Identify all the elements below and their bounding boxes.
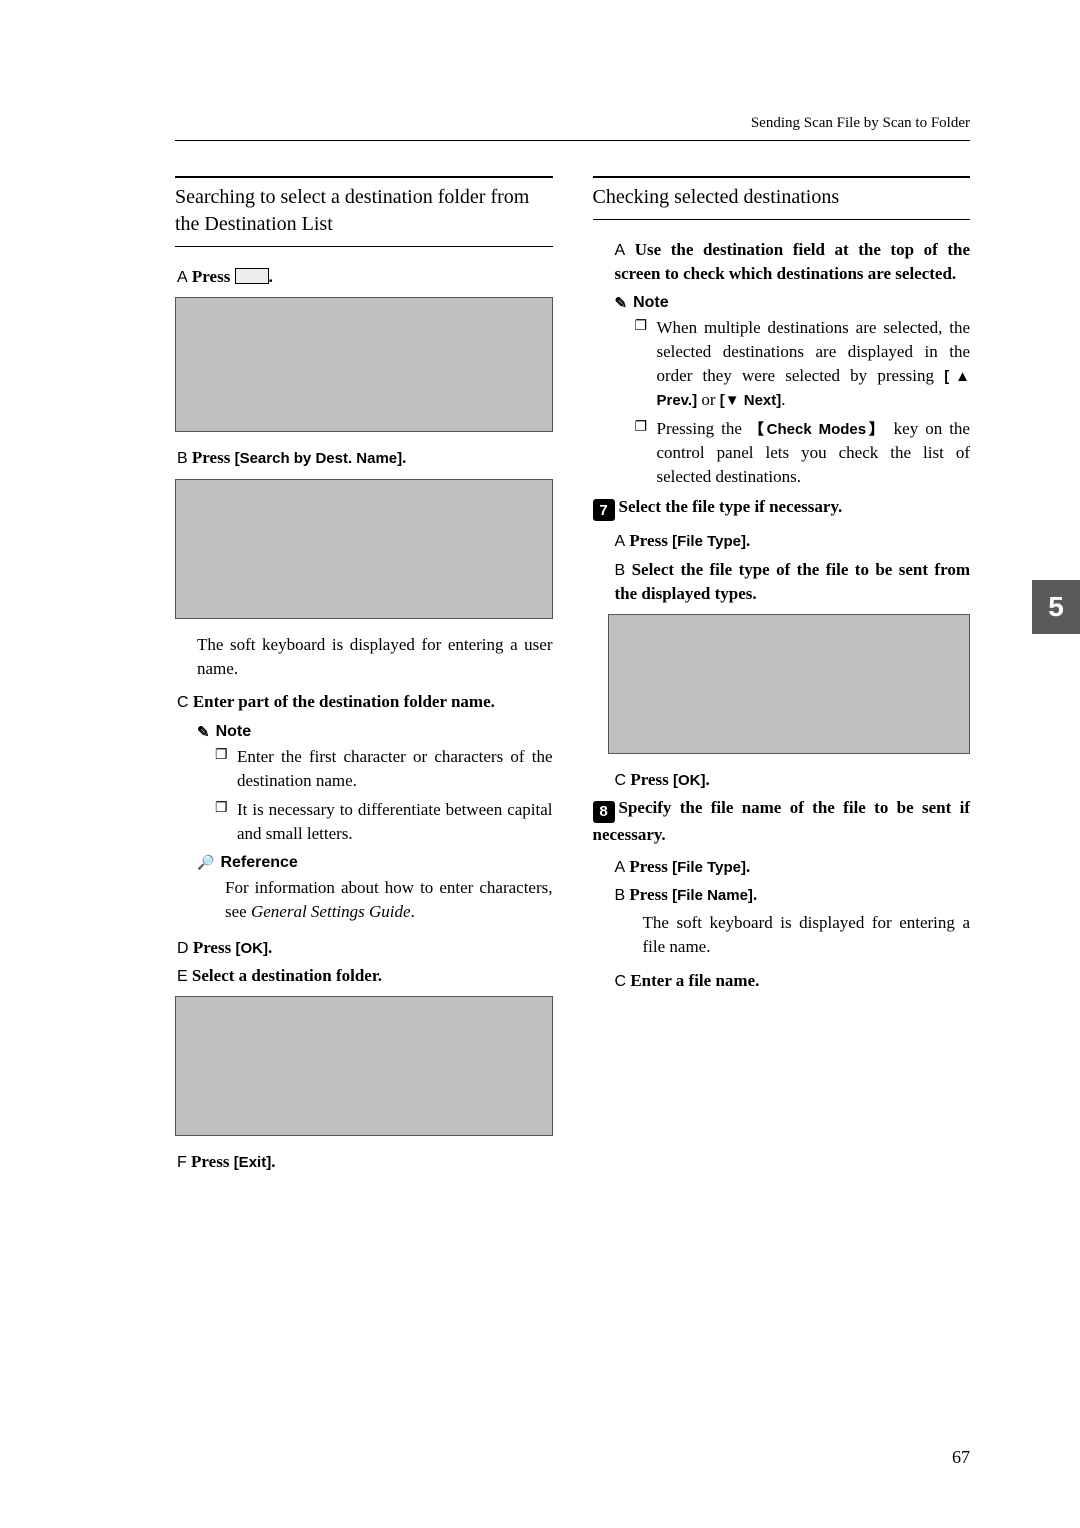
left-section-title: Searching to select a destination folder…	[175, 176, 553, 247]
next-key: [▼ Next]	[720, 392, 782, 409]
step-7b-text: Select the file type of the file to be s…	[615, 560, 971, 603]
step-a-press: Press	[192, 267, 235, 286]
note-heading-left: Note	[197, 723, 553, 741]
step-c: C Enter part of the destination folder n…	[177, 690, 553, 714]
step-7-number: 7	[593, 499, 615, 521]
screenshot-file-type	[608, 614, 971, 754]
note-right-2: Pressing the 【Check Modes】 key on the co…	[635, 417, 971, 488]
note-right-1: When multiple destinations are selected,…	[635, 316, 971, 411]
note-item-1: Enter the first character or characters …	[215, 745, 553, 793]
step-8a-letter: A	[615, 859, 626, 876]
right-step-a-text: Use the destination field at the top of …	[615, 240, 971, 283]
step-8b-letter: B	[615, 887, 626, 904]
right-section-title: Checking selected destinations	[593, 176, 971, 220]
reference-link: General Settings Guide	[251, 902, 411, 921]
note-list-right: When multiple destinations are selected,…	[635, 316, 971, 489]
right-step-a-letter: A	[615, 242, 626, 259]
step-c-letter: C	[177, 694, 189, 711]
right-step-a: A Use the destination field at the top o…	[615, 238, 971, 286]
page-number: 67	[952, 1447, 970, 1468]
note-list-left: Enter the first character or characters …	[215, 745, 553, 846]
step-e-letter: E	[177, 968, 188, 985]
step-f: F Press [Exit].	[177, 1150, 553, 1174]
step-8c-text: Enter a file name.	[630, 971, 759, 990]
search-by-dest-name-button: [Search by Dest. Name]	[235, 450, 403, 467]
file-name-button: [File Name]	[672, 887, 753, 904]
note-item-2: It is necessary to differentiate between…	[215, 798, 553, 846]
reference-body: For information about how to enter chara…	[225, 876, 553, 924]
file-type-button-1: [File Type]	[672, 533, 746, 550]
section-tab: 5	[1032, 580, 1080, 634]
header-rule	[175, 140, 970, 141]
note-heading-right: Note	[615, 294, 971, 312]
two-column-content: Searching to select a destination folder…	[175, 176, 970, 1179]
step-7: 7Select the file type if necessary.	[593, 495, 971, 522]
screenshot-dest-result	[175, 996, 553, 1136]
step-d-letter: D	[177, 940, 189, 957]
step-8b: B Press [File Name].	[615, 883, 971, 907]
header-text: Sending Scan File by Scan to Folder	[175, 115, 970, 132]
step-7c: C Press [OK].	[615, 768, 971, 792]
step-8a: A Press [File Type].	[615, 855, 971, 879]
step-8c: C Enter a file name.	[615, 969, 971, 993]
step-e: E Select a destination folder.	[177, 964, 553, 988]
step-7b-letter: B	[615, 562, 626, 579]
check-modes-key: 【Check Modes】	[749, 421, 887, 438]
reference-heading: Reference	[197, 854, 553, 872]
right-column: Checking selected destinations A Use the…	[593, 176, 971, 1179]
step-a: A Press .	[177, 265, 553, 289]
step-7a: A Press [File Type].	[615, 529, 971, 553]
step-7-text: Select the file type if necessary.	[619, 497, 843, 516]
step-d-press: Press	[193, 938, 236, 957]
step-7b: B Select the file type of the file to be…	[615, 558, 971, 606]
page: Sending Scan File by Scan to Folder Sear…	[0, 0, 1080, 1239]
step-b: B Press [Search by Dest. Name].	[177, 446, 553, 470]
step-8-text: Specify the file name of the file to be …	[593, 798, 971, 844]
file-type-button-2: [File Type]	[672, 859, 746, 876]
step-b-press: Press	[192, 448, 235, 467]
left-column: Searching to select a destination folder…	[175, 176, 553, 1179]
step-8-body: The soft keyboard is displayed for enter…	[643, 911, 971, 959]
screenshot-destination-list	[175, 297, 553, 432]
step-b-letter: B	[177, 450, 188, 467]
exit-button: [Exit]	[234, 1154, 272, 1171]
search-icon	[235, 268, 269, 284]
step-7a-letter: A	[615, 533, 626, 550]
step-d: D Press [OK].	[177, 936, 553, 960]
step-e-text: Select a destination folder.	[192, 966, 382, 985]
step-f-letter: F	[177, 1154, 187, 1171]
step-f-press: Press	[191, 1152, 234, 1171]
ok-button-right: [OK]	[673, 772, 706, 789]
step-8-number: 8	[593, 801, 615, 823]
soft-keyboard-note: The soft keyboard is displayed for enter…	[197, 633, 553, 681]
screenshot-search-dest	[175, 479, 553, 619]
step-c-text: Enter part of the destination folder nam…	[193, 692, 495, 711]
step-a-letter: A	[177, 269, 188, 286]
step-7c-letter: C	[615, 772, 627, 789]
step-8c-letter: C	[615, 973, 627, 990]
ok-button-left: [OK]	[235, 940, 268, 957]
step-8: 8Specify the file name of the file to be…	[593, 796, 971, 846]
